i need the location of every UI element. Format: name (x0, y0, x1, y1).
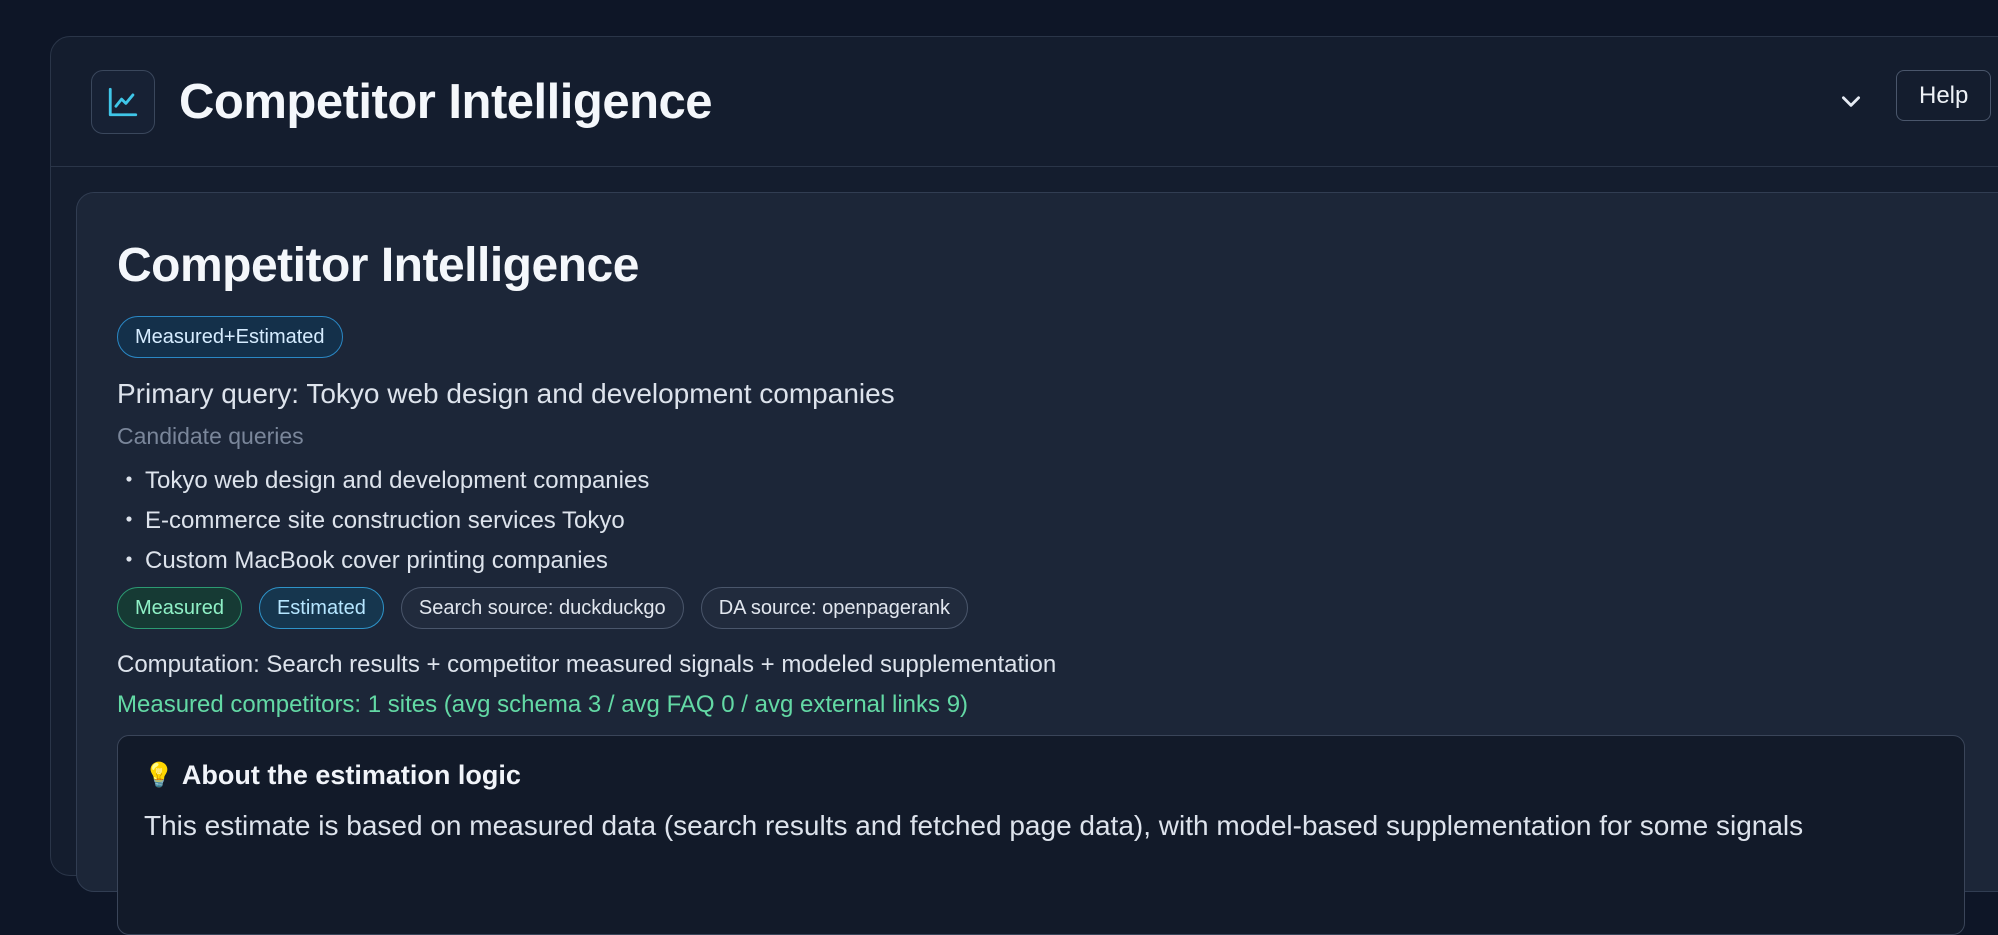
estimation-logic-box: 💡 About the estimation logic This estima… (117, 735, 1965, 935)
source-tag-row: Measured Estimated Search source: duckdu… (117, 587, 968, 629)
help-button[interactable]: Help (1896, 70, 1992, 121)
candidate-query-item: ・ Custom MacBook cover printing companies (117, 541, 649, 581)
about-title-text: About the estimation logic (181, 760, 521, 790)
candidate-query-item: ・ E-commerce site construction services T… (117, 501, 649, 541)
primary-query: Primary query: Tokyo web design and deve… (117, 378, 895, 409)
candidate-query-text: Custom MacBook cover printing companies (145, 547, 608, 574)
bullet-icon: ・ (117, 547, 141, 574)
measured-competitors-text: Measured competitors: 1 sites (avg schem… (117, 691, 969, 718)
candidate-query-text: E-commerce site construction services To… (145, 507, 625, 534)
bullet-icon: ・ (117, 507, 141, 534)
computation-text: Computation: Search results + competitor… (117, 651, 1057, 678)
line-chart-icon (91, 70, 155, 134)
intelligence-card: Competitor Intelligence Measured+Estimat… (76, 192, 1998, 935)
card-title: Competitor Intelligence (117, 239, 639, 292)
candidate-query-text: Tokyo web design and development compani… (145, 467, 650, 494)
measured-badge: Measured (117, 587, 242, 629)
competitor-intelligence-panel: Competitor Intelligence Help Competitor … (50, 36, 1998, 935)
bullet-icon: ・ (117, 467, 141, 494)
estimated-badge: Estimated (258, 587, 384, 629)
candidate-query-item: ・ Tokyo web design and development compan… (117, 461, 649, 501)
panel-title: Competitor Intelligence (179, 75, 713, 129)
chevron-down-icon[interactable] (1837, 87, 1865, 115)
about-title: 💡 About the estimation logic (144, 760, 521, 791)
da-source-badge: DA source: openpagerank (700, 587, 968, 629)
search-source-badge: Search source: duckduckgo (400, 587, 684, 629)
candidate-queries-label: Candidate queries (117, 423, 304, 449)
about-description: This estimate is based on measured data … (144, 810, 1804, 841)
candidate-query-list: ・ Tokyo web design and development compan… (117, 461, 649, 581)
lightbulb-icon: 💡 (144, 762, 174, 789)
panel-header: Competitor Intelligence Help (51, 37, 1998, 167)
mode-badge: Measured+Estimated (117, 316, 343, 358)
